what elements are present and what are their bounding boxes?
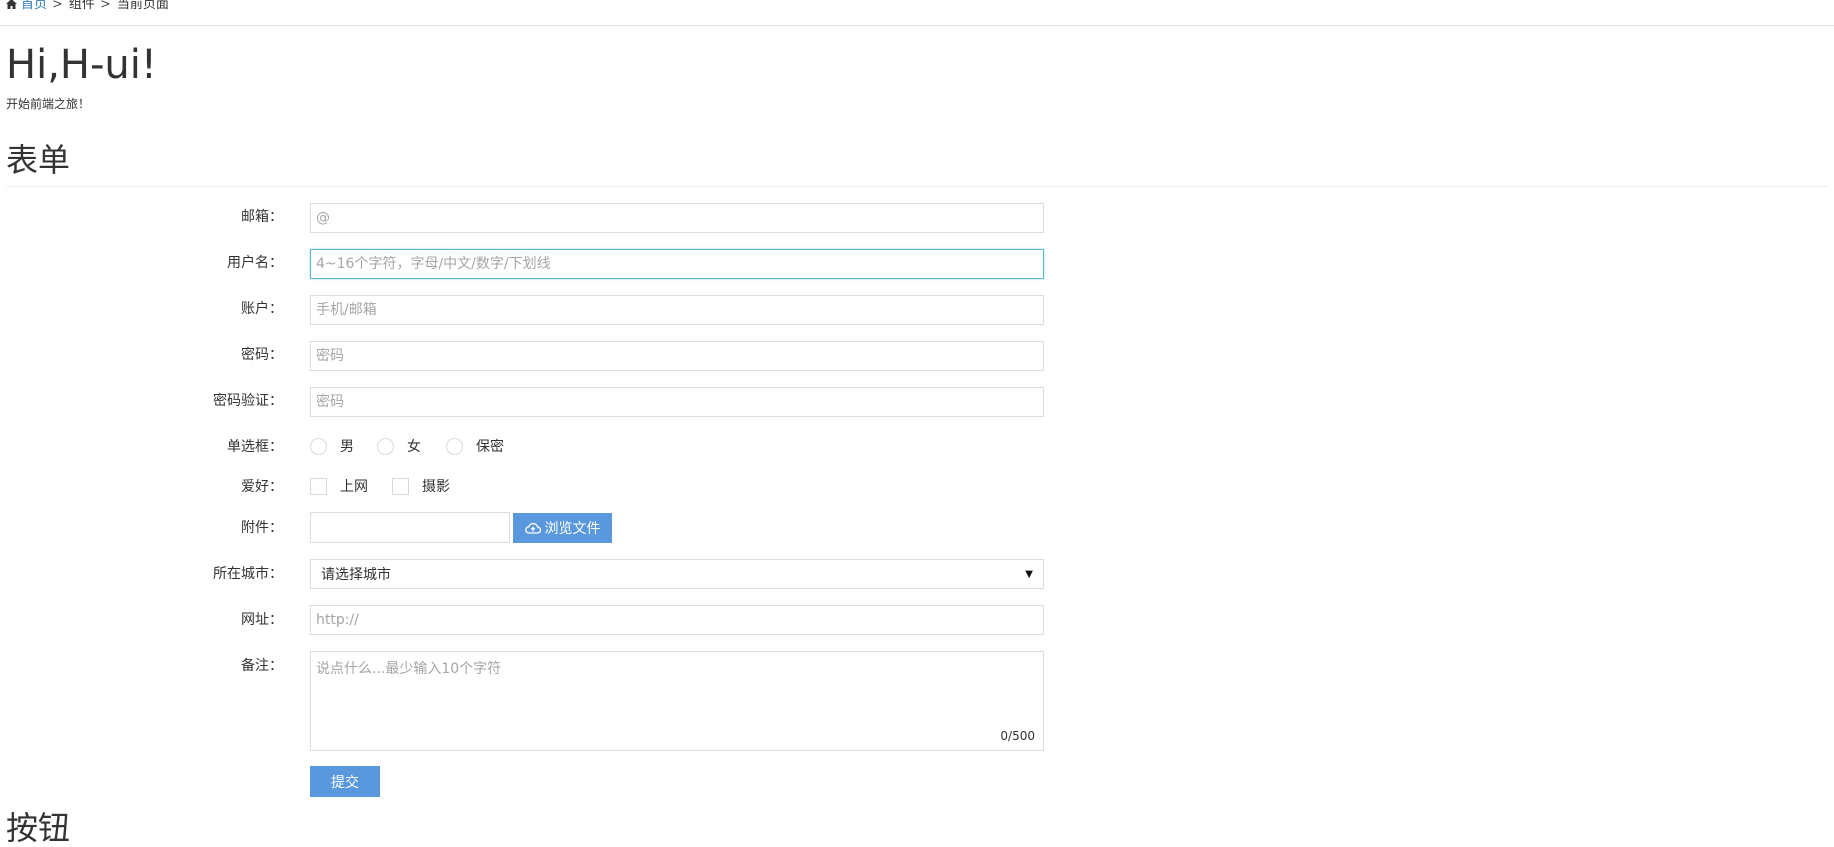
browse-file-label: 浏览文件 [544, 521, 601, 537]
radio-option-male[interactable]: 男 [310, 436, 354, 456]
checkbox[interactable] [310, 477, 327, 495]
radio-label: 单选框： [227, 439, 283, 455]
checkbox-label: 上网 [340, 479, 368, 495]
char-counter: 0/500 [1000, 729, 1035, 743]
password-confirm-field[interactable] [310, 387, 1044, 417]
radio-option-label: 保密 [476, 439, 504, 455]
password-field[interactable] [310, 341, 1044, 371]
section-title-buttons: 按钮 [6, 809, 71, 847]
radio-option-label: 男 [340, 439, 354, 455]
hobby-label: 爱好： [241, 479, 283, 495]
hobby-option-internet[interactable]: 上网 [310, 476, 368, 496]
breadcrumb-separator: > [99, 0, 111, 12]
email-label: 邮箱： [241, 209, 283, 225]
note-textarea[interactable] [310, 651, 1044, 751]
city-label: 所在城市： [213, 566, 283, 582]
section-title-form: 表单 [6, 141, 71, 179]
section-divider [6, 186, 1828, 187]
city-select[interactable]: 请选择城市 ▼ [310, 559, 1044, 589]
hobby-option-photography[interactable]: 摄影 [392, 476, 450, 496]
chevron-down-icon: ▼ [1025, 568, 1033, 580]
radio-option-female[interactable]: 女 [377, 436, 421, 456]
page-title: Hi,H-ui! [6, 42, 157, 88]
checkbox-label: 摄影 [422, 479, 450, 495]
radio-button[interactable] [377, 437, 394, 455]
account-label: 账户： [241, 301, 283, 317]
page-subtitle: 开始前端之旅！ [6, 97, 91, 111]
breadcrumb-home-link[interactable]: 首页 [21, 0, 47, 12]
breadcrumb-current: 当前页面 [116, 0, 169, 12]
submit-button[interactable]: 提交 [310, 766, 380, 797]
radio-option-secret[interactable]: 保密 [446, 436, 504, 456]
url-field[interactable] [310, 605, 1044, 635]
note-label: 备注： [241, 658, 283, 674]
password-confirm-label: 密码验证： [213, 393, 283, 409]
breadcrumb-component: 组件 [68, 0, 95, 12]
browse-file-button[interactable]: 浏览文件 [513, 513, 612, 543]
email-field[interactable] [310, 203, 1044, 233]
radio-option-label: 女 [407, 439, 421, 455]
breadcrumb-separator: > [52, 0, 63, 12]
username-field[interactable] [310, 249, 1044, 279]
url-label: 网址： [241, 612, 283, 628]
cloud-upload-icon [524, 522, 541, 534]
city-select-value: 请选择城市 [321, 567, 391, 583]
password-label: 密码： [241, 347, 283, 363]
home-icon [6, 0, 17, 9]
username-label: 用户名： [227, 255, 283, 271]
file-path-input[interactable] [310, 512, 510, 543]
account-field[interactable] [310, 295, 1044, 325]
radio-button[interactable] [310, 437, 327, 455]
attachment-label: 附件： [241, 520, 283, 536]
breadcrumb: 首页 > 组件 > 当前页面 [0, 0, 1834, 26]
radio-button[interactable] [446, 437, 463, 455]
checkbox[interactable] [392, 477, 409, 495]
